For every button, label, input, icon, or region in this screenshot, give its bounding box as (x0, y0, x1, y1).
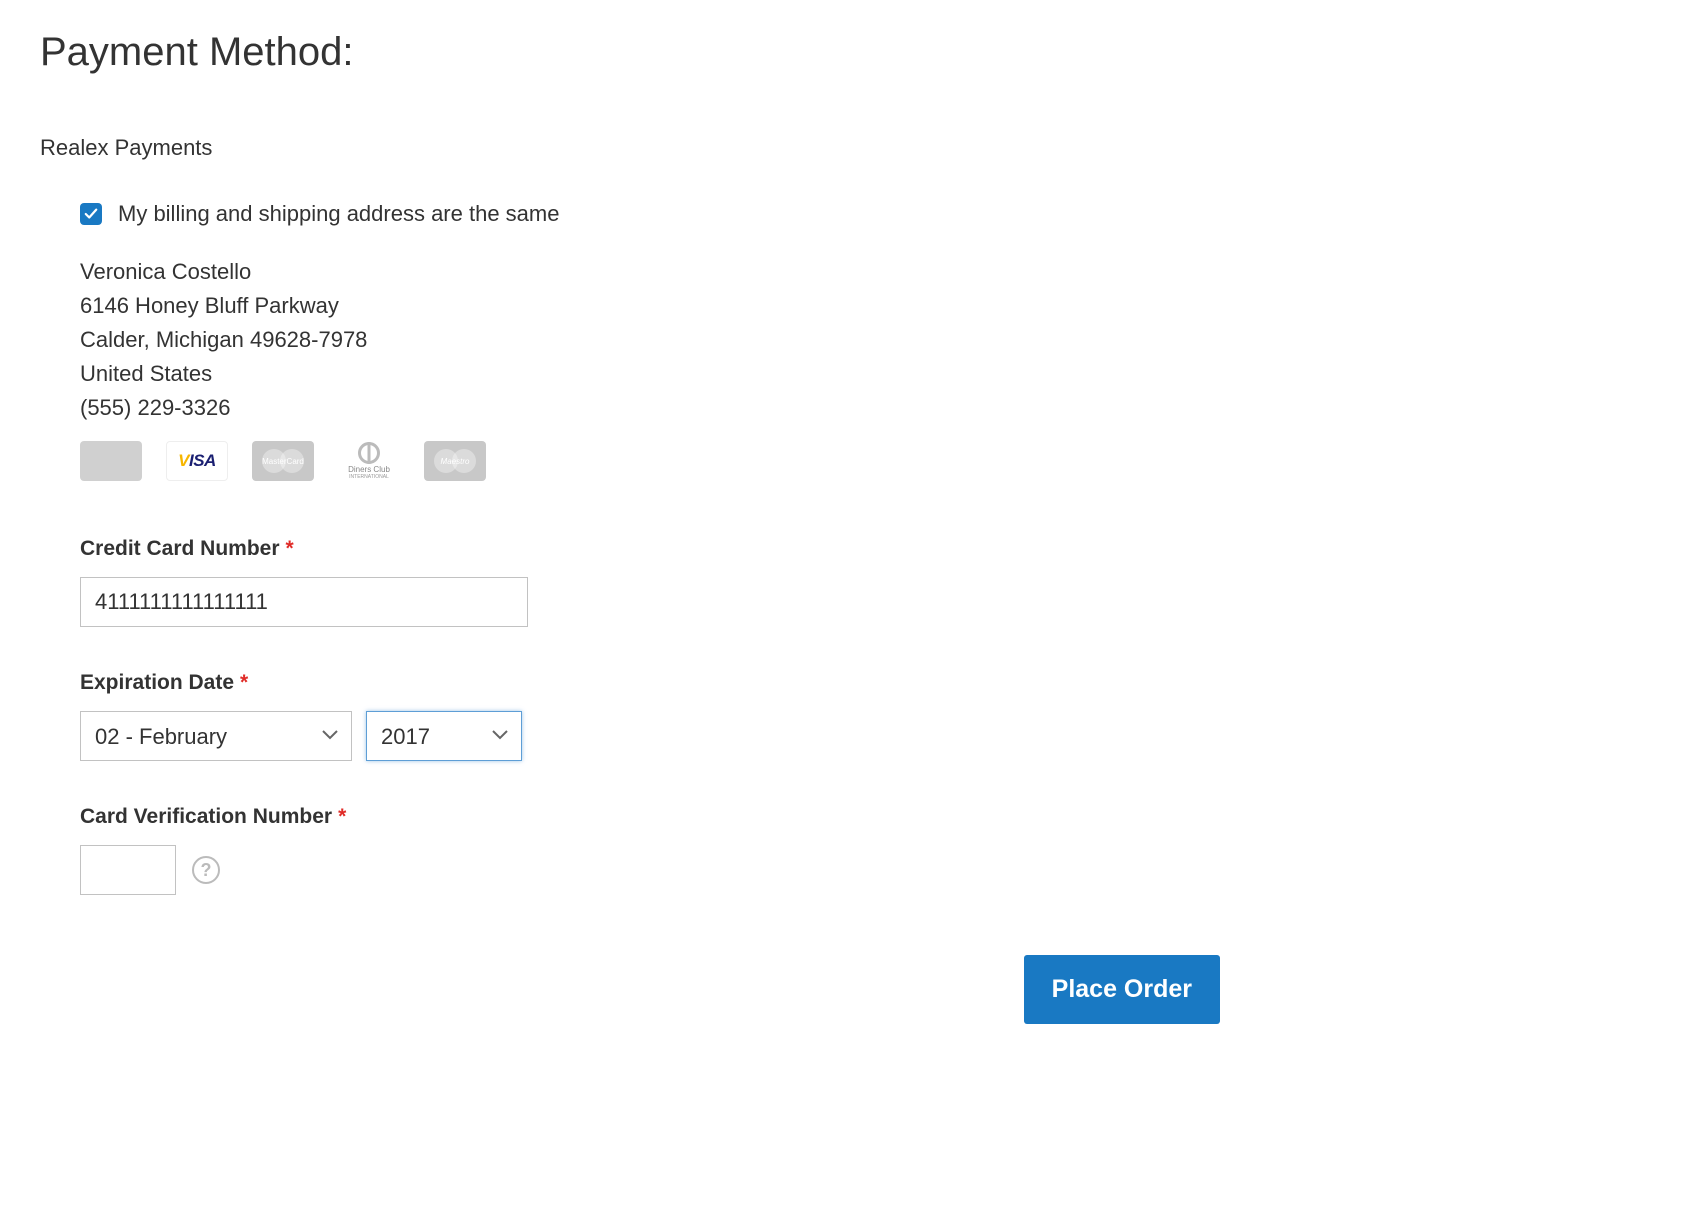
payment-form: My billing and shipping address are the … (40, 201, 1220, 1024)
address-name: Veronica Costello (80, 255, 1220, 289)
expiration-field: Expiration Date* 02 - February 2017 (80, 671, 1220, 761)
expiration-month-wrapper: 02 - February (80, 711, 352, 761)
address-phone: (555) 229-3326 (80, 391, 1220, 425)
billing-address: Veronica Costello 6146 Honey Bluff Parkw… (80, 255, 1220, 425)
card-number-input[interactable] (80, 577, 528, 627)
required-asterisk: * (240, 671, 248, 694)
actions-toolbar: Place Order (80, 955, 1220, 1024)
check-icon (84, 207, 98, 221)
help-icon[interactable]: ? (192, 856, 220, 884)
required-asterisk: * (338, 805, 346, 828)
diners-club-icon: Diners ClubINTERNATIONAL (338, 441, 400, 481)
visa-icon: VISA (166, 441, 228, 481)
expiration-label: Expiration Date* (80, 671, 1220, 695)
card-number-label: Credit Card Number* (80, 537, 1220, 561)
required-asterisk: * (286, 537, 294, 560)
address-street: 6146 Honey Bluff Parkway (80, 289, 1220, 323)
card-number-field: Credit Card Number* (80, 537, 1220, 627)
amex-icon (80, 441, 142, 481)
accepted-cards: VISA MasterCard Diners ClubINTERNATIONAL… (80, 441, 1220, 481)
expiration-month-select[interactable]: 02 - February (80, 711, 352, 761)
payment-provider-name: Realex Payments (40, 135, 1652, 161)
place-order-button[interactable]: Place Order (1024, 955, 1220, 1024)
maestro-icon: Maestro (424, 441, 486, 481)
page-title: Payment Method: (40, 30, 1652, 75)
cvv-field: Card Verification Number* ? (80, 805, 1220, 895)
expiration-year-select[interactable]: 2017 (366, 711, 522, 761)
expiration-year-wrapper: 2017 (366, 711, 522, 761)
cvv-label: Card Verification Number* (80, 805, 1220, 829)
same-address-checkbox[interactable] (80, 203, 102, 225)
address-country: United States (80, 357, 1220, 391)
cvv-input[interactable] (80, 845, 176, 895)
mastercard-icon: MasterCard (252, 441, 314, 481)
address-city-state-zip: Calder, Michigan 49628-7978 (80, 323, 1220, 357)
same-address-label: My billing and shipping address are the … (118, 201, 559, 227)
same-address-row: My billing and shipping address are the … (80, 201, 1220, 227)
